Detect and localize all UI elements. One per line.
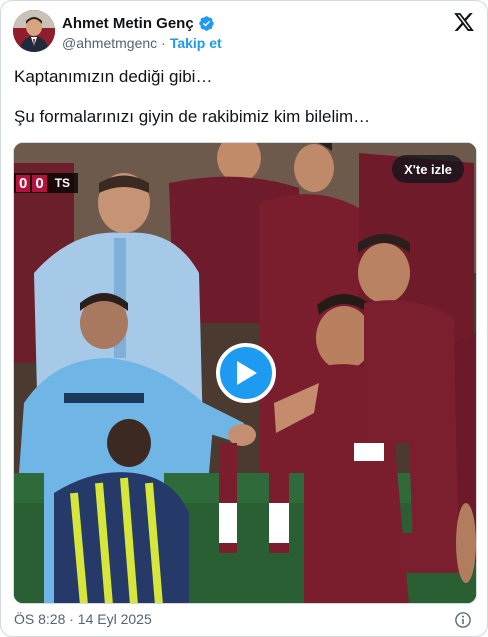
tweet-text: Kaptanımızın dediği gibi… Şu formalarını… <box>14 65 476 129</box>
tweet-line-2: Şu formalarınızı giyin de rakibimiz kim … <box>14 107 371 126</box>
tweet-card: Ahmet Metin Genç @ahmetmgenc · Takip et … <box>0 0 488 637</box>
tweet-timestamp[interactable]: ÖS 8:28 · 14 Eyl 2025 <box>14 611 152 627</box>
tweet-line-1: Kaptanımızın dediği gibi… <box>14 67 213 86</box>
author-handle[interactable]: @ahmetmgenc <box>62 35 157 51</box>
follow-button[interactable]: Takip et <box>170 35 222 51</box>
play-icon <box>237 361 257 385</box>
verified-badge-icon <box>198 15 214 31</box>
scoreboard: 0 0 TS <box>14 173 79 193</box>
team-abbreviation: TS <box>54 176 71 190</box>
watch-on-x-button[interactable]: X'te izle <box>392 155 464 183</box>
info-icon[interactable] <box>454 611 472 629</box>
x-logo-icon[interactable] <box>453 11 475 33</box>
avatar-image <box>13 10 55 52</box>
home-score: 0 <box>16 174 31 192</box>
avatar[interactable] <box>13 10 55 52</box>
author-name[interactable]: Ahmet Metin Genç <box>62 15 194 32</box>
tweet-header: Ahmet Metin Genç @ahmetmgenc · Takip et <box>13 10 477 54</box>
separator-dot: · <box>161 35 166 51</box>
away-score: 0 <box>32 174 47 192</box>
video-player[interactable]: 0 0 TS X'te izle <box>13 142 477 604</box>
play-button[interactable] <box>216 343 276 403</box>
